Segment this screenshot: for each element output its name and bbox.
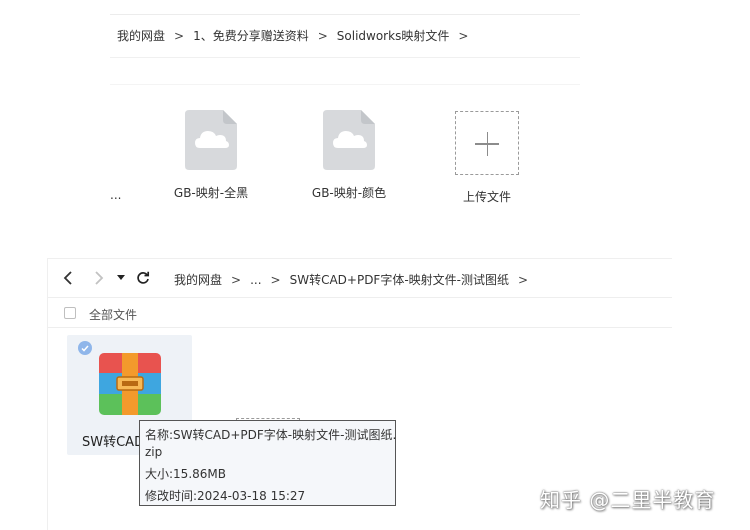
forward-button[interactable]: [89, 268, 109, 288]
tooltip-file-size: 大小:15.86MB: [145, 467, 226, 481]
history-dropdown-button[interactable]: [114, 268, 128, 288]
refresh-icon: [137, 271, 150, 284]
zip-archive-icon: [99, 353, 161, 415]
tooltip-file-name: 名称:SW转CAD+PDF字体-映射文件-测试图纸.: [145, 428, 397, 442]
zhihu-watermark: 知乎 @二里半教育: [540, 488, 716, 512]
breadcrumb-separator: >: [317, 28, 328, 43]
breadcrumb-folder-solidworks[interactable]: Solidworks映射文件: [337, 27, 450, 44]
top-divider: [110, 14, 580, 15]
back-button[interactable]: [58, 268, 78, 288]
file-name: GB-映射-颜色: [311, 186, 387, 200]
content-divider: [110, 84, 580, 85]
select-all-checkbox[interactable]: [64, 307, 76, 319]
breadcrumb-separator: >: [270, 272, 281, 287]
upload-button[interactable]: [455, 111, 519, 175]
truncated-item: ...: [110, 188, 122, 202]
breadcrumb-folder-free-share[interactable]: 1、免费分享赠送资料: [193, 27, 309, 44]
breadcrumb-separator: >: [231, 272, 242, 287]
breadcrumb-current-folder[interactable]: SW转CAD+PDF字体-映射文件-测试图纸: [290, 271, 509, 288]
toolbar-divider: [48, 297, 672, 298]
upload-label: 上传文件: [462, 190, 511, 204]
file-item-gb-color[interactable]: GB-映射-颜色: [294, 110, 404, 201]
breadcrumb-root[interactable]: 我的网盘: [117, 27, 165, 44]
breadcrumb-divider: [110, 57, 580, 58]
selected-file-name: SW转CAD: [82, 435, 145, 450]
tooltip-file-name-cont: zip: [145, 445, 163, 459]
file-info-tooltip: 名称:SW转CAD+PDF字体-映射文件-测试图纸. zip 大小:15.86M…: [139, 420, 396, 506]
breadcrumb-ellipsis[interactable]: ...: [250, 273, 261, 287]
header-divider: [48, 327, 672, 328]
panel-edge: [47, 258, 48, 530]
cloud-file-icon: [323, 110, 375, 170]
cloud-file-icon: [185, 110, 237, 170]
tooltip-modified-time: 修改时间:2024-03-18 15:27: [145, 489, 306, 503]
breadcrumb-separator: >: [518, 272, 529, 287]
all-files-label: 全部文件: [89, 308, 138, 322]
file-item-gb-black[interactable]: GB-映射-全黑: [156, 110, 266, 201]
caret-down-icon: [117, 275, 125, 280]
breadcrumb-root[interactable]: 我的网盘: [174, 271, 222, 288]
file-name: GB-映射-全黑: [173, 186, 249, 200]
breadcrumb-separator: >: [458, 28, 469, 43]
chevron-left-icon: [63, 271, 72, 285]
breadcrumb: 我的网盘 > 1、免费分享赠送资料 > Solidworks映射文件 >: [117, 27, 477, 44]
refresh-button[interactable]: [133, 268, 153, 288]
selected-check-icon[interactable]: [78, 341, 92, 355]
breadcrumb-separator: >: [174, 28, 185, 43]
chevron-right-icon: [95, 271, 104, 285]
breadcrumb: 我的网盘 > ... > SW转CAD+PDF字体-映射文件-测试图纸 >: [174, 271, 537, 288]
panel-divider: [48, 258, 672, 259]
plus-icon: [486, 132, 488, 156]
